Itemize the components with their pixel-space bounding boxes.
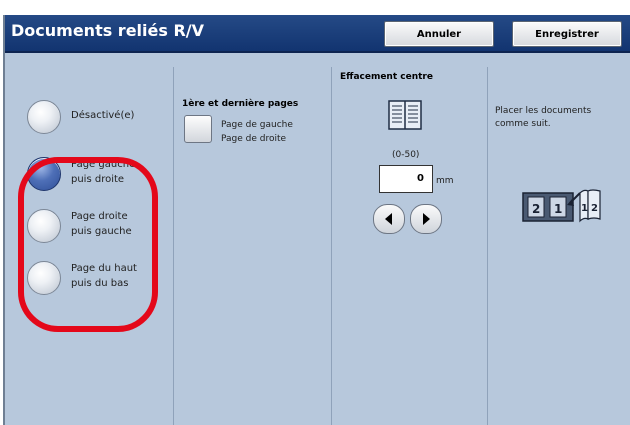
erase-section-title: Effacement centre [340, 72, 433, 82]
option-label: Désactivé(e) [71, 110, 135, 121]
divider [487, 67, 488, 425]
title-bar: Documents reliés R/V Annuler Enregistrer [5, 15, 630, 53]
svg-text:2: 2 [591, 203, 598, 214]
decrease-button[interactable] [373, 204, 405, 234]
first-last-pages-button[interactable] [184, 115, 212, 143]
save-button[interactable]: Enregistrer [512, 21, 622, 47]
highlight-annotation [18, 157, 158, 332]
svg-text:1: 1 [554, 202, 562, 216]
document-placement-icon: 2 1 1 2 [522, 189, 601, 223]
pages-section-title: 1ère et dernière pages [182, 99, 299, 109]
cancel-button[interactable]: Annuler [384, 21, 494, 47]
pages-line1: Page de gauche [221, 120, 293, 130]
radio-button[interactable] [27, 100, 61, 134]
svg-text:1: 1 [581, 203, 588, 214]
svg-text:2: 2 [532, 202, 540, 216]
pages-line2: Page de droite [221, 134, 287, 144]
arrow-left-icon [385, 213, 392, 225]
divider [331, 67, 332, 425]
unit-label: mm [436, 176, 454, 186]
divider [173, 67, 174, 425]
increase-button[interactable] [410, 204, 442, 234]
placement-info-text: Placer les documents comme suit. [495, 106, 592, 129]
arrow-right-icon [423, 213, 430, 225]
range-label: (0-50) [392, 150, 420, 160]
dialog: Documents reliés R/V Annuler Enregistrer… [3, 15, 630, 425]
open-book-icon [388, 100, 422, 130]
erase-value-field[interactable]: 0 [379, 165, 433, 193]
page-title: Documents reliés R/V [11, 21, 205, 40]
